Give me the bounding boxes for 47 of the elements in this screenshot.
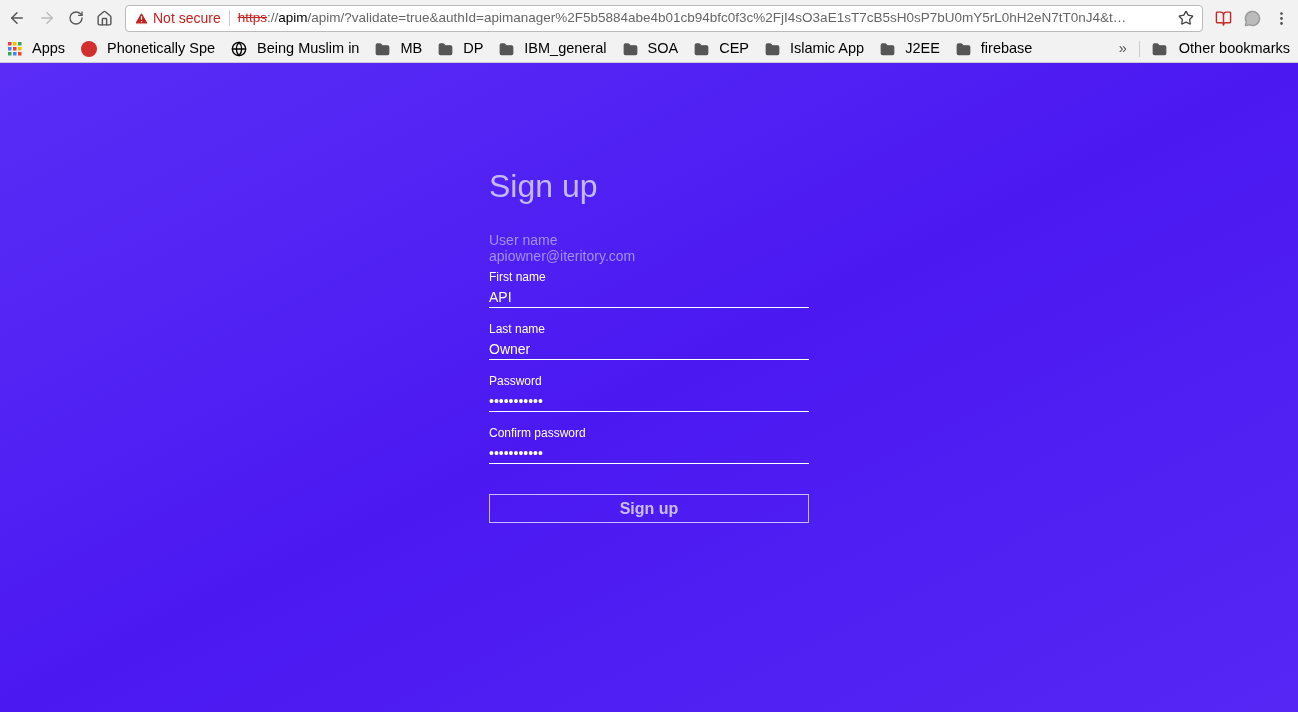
back-icon[interactable] [8, 9, 26, 27]
site-logo-icon [81, 41, 98, 57]
input-field[interactable]: ••••••••••• [489, 440, 809, 464]
folder-icon [694, 41, 710, 57]
bookmark-item[interactable]: DP [438, 38, 484, 60]
input-field[interactable]: ••••••••••• [489, 388, 809, 412]
folder-icon [622, 41, 638, 57]
other-bookmarks[interactable]: Other bookmarks [1151, 38, 1290, 60]
overflow-chevron[interactable]: » [1118, 38, 1127, 60]
user-name-value: apiowner@iteritory.com [489, 248, 637, 264]
folder-icon [955, 41, 971, 57]
folder-icon [1151, 41, 1167, 57]
url-text: https://apim/apim/?validate=true&authId=apimanager%2F5b5884abe4b01cb94bfc0f3c%2FjI4sO3aE1sT7cB5sH0sP7bU0mY5rL0hH2eN7tT0nJ4&t… [237, 8, 1127, 27]
form-title: Sign up [489, 167, 599, 206]
bookmark-item[interactable]: firebase [955, 38, 1033, 60]
folder-icon [375, 41, 391, 57]
bookmark-item[interactable]: Phonetically Spe [81, 38, 216, 60]
bookmark-item[interactable]: Apps [8, 38, 66, 60]
input-field[interactable]: Owner [489, 336, 809, 360]
star-icon[interactable] [1178, 10, 1194, 26]
field-label: Password [489, 374, 543, 388]
input-field[interactable]: API [489, 284, 809, 308]
field-label: Last name [489, 322, 547, 336]
reload-icon[interactable] [68, 10, 84, 26]
globe-icon [231, 41, 248, 57]
bookmark-item[interactable]: CEP [694, 38, 749, 60]
folder-icon [438, 41, 454, 57]
warning-icon [134, 10, 149, 26]
bookmark-item[interactable]: SOA [622, 38, 679, 60]
folder-icon [880, 41, 896, 57]
speech-bubble-icon[interactable] [1244, 9, 1261, 27]
bookmark-item[interactable]: J2EE [880, 38, 940, 60]
home-icon[interactable] [96, 9, 113, 27]
field-label: Confirm password [489, 426, 587, 440]
book-icon[interactable] [1215, 9, 1232, 27]
address-bar[interactable]: Not secure https://apim/apim/?validate=true&authId=apimanager%2F5b5884abe4b01cb94bfc0f3c%2FjI4sO3aE1sT7cB5sH0sP7bU0mY5rL0hH2eN7tT0nJ4&t… [125, 4, 1203, 32]
field-label: First name [489, 270, 547, 284]
bookmark-item[interactable]: Being Muslim in [231, 38, 360, 60]
security-label: Not secure [153, 8, 221, 28]
folder-icon [499, 41, 515, 57]
field-label: User name [489, 232, 559, 248]
bookmark-item[interactable]: Islamic App [765, 38, 865, 60]
bookmark-item[interactable]: IBM_general [499, 38, 607, 60]
bookmark-item[interactable]: MB [375, 38, 423, 60]
folder-icon [765, 41, 780, 57]
sign-up-button[interactable]: Sign up [489, 494, 809, 523]
apps-grid-icon [8, 42, 22, 56]
